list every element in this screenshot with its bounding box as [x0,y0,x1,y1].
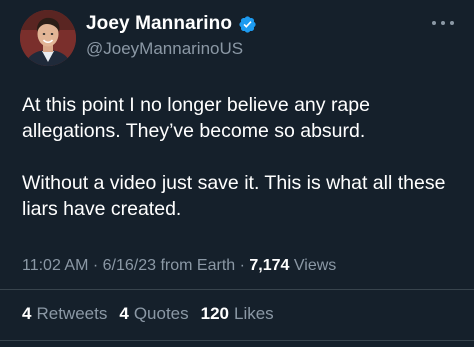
tweet-paragraph-1: At this point I no longer believe any ra… [22,94,370,142]
avatar[interactable] [20,10,76,66]
likes-stat[interactable]: 120 Likes [201,304,274,324]
retweets-stat[interactable]: 4 Retweets [22,304,107,324]
tweet-time[interactable]: 11:02 AM [22,257,88,274]
verified-badge-icon[interactable] [238,15,257,34]
author-display-name[interactable]: Joey Mannarino [86,13,232,35]
meta-separator: · [235,257,250,274]
more-options-icon[interactable] [432,18,454,28]
author-name-row: Joey Mannarino [86,13,257,35]
likes-count: 120 [200,304,229,323]
likes-label: Likes [234,304,274,323]
quotes-count: 4 [119,304,129,323]
views-label: Views [289,257,337,274]
divider [0,340,474,341]
quotes-stat[interactable]: 4 Quotes [119,304,188,324]
retweets-label: Retweets [36,304,108,323]
tweet-card: Joey Mannarino @JoeyMannarinoUS At this … [0,0,474,347]
avatar-image [20,10,76,66]
tweet-source: from Earth [156,257,236,274]
divider [0,289,474,290]
tweet-paragraph-2: Without a video just save it. This is wh… [22,172,446,220]
engagement-stats: 4 Retweets 4 Quotes 120 Likes [22,304,274,324]
retweets-count: 4 [22,304,32,323]
tweet-text: At this point I no longer believe any ra… [22,92,462,222]
tweet-date[interactable]: 6/16/23 [103,257,156,274]
quotes-label: Quotes [133,304,189,323]
meta-separator: · [88,257,103,274]
tweet-metadata: 11:02 AM · 6/16/23 from Earth · 7,174 Vi… [22,257,336,275]
views-count: 7,174 [249,257,290,274]
author-handle[interactable]: @JoeyMannarinoUS [86,39,243,59]
